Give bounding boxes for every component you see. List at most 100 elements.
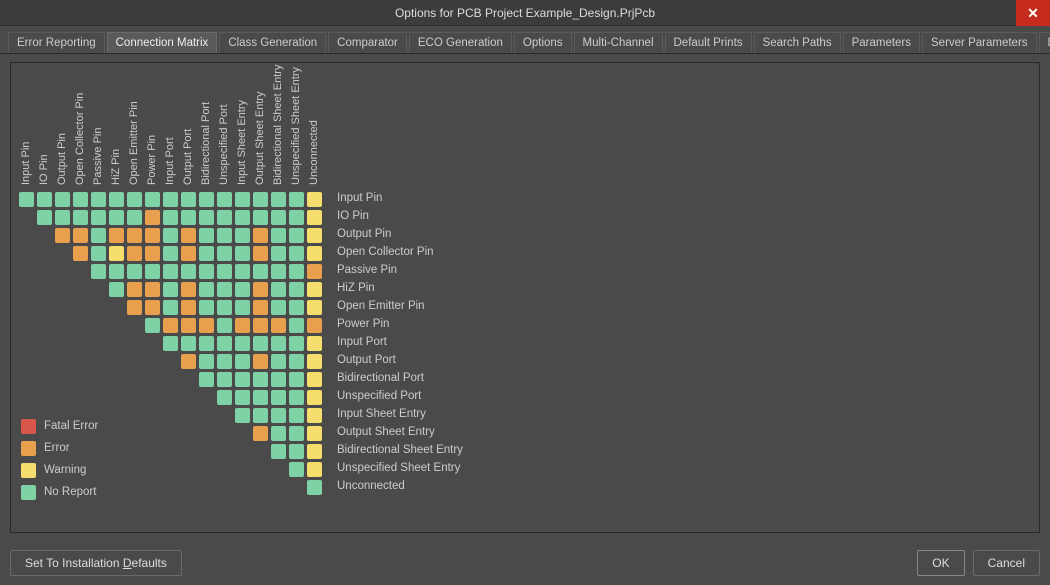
matrix-cell[interactable]	[271, 426, 286, 441]
matrix-cell[interactable]	[307, 372, 322, 387]
matrix-cell[interactable]	[271, 228, 286, 243]
matrix-cell[interactable]	[145, 246, 160, 261]
tab-connection-matrix[interactable]: Connection Matrix	[107, 32, 218, 53]
matrix-cell[interactable]	[289, 426, 304, 441]
matrix-cell[interactable]	[271, 264, 286, 279]
matrix-cell[interactable]	[253, 282, 268, 297]
tab-eco-generation[interactable]: ECO Generation	[409, 32, 512, 53]
matrix-cell[interactable]	[253, 426, 268, 441]
matrix-cell[interactable]	[163, 192, 178, 207]
matrix-cell[interactable]	[271, 336, 286, 351]
matrix-cell[interactable]	[217, 336, 232, 351]
matrix-cell[interactable]	[127, 300, 142, 315]
matrix-cell[interactable]	[253, 318, 268, 333]
matrix-cell[interactable]	[253, 336, 268, 351]
matrix-cell[interactable]	[235, 318, 250, 333]
matrix-cell[interactable]	[307, 390, 322, 405]
matrix-cell[interactable]	[217, 264, 232, 279]
matrix-cell[interactable]	[253, 372, 268, 387]
matrix-cell[interactable]	[253, 228, 268, 243]
matrix-cell[interactable]	[199, 318, 214, 333]
matrix-cell[interactable]	[55, 228, 70, 243]
matrix-cell[interactable]	[163, 318, 178, 333]
matrix-cell[interactable]	[289, 462, 304, 477]
matrix-cell[interactable]	[253, 408, 268, 423]
matrix-cell[interactable]	[181, 210, 196, 225]
matrix-cell[interactable]	[109, 246, 124, 261]
matrix-cell[interactable]	[181, 336, 196, 351]
matrix-cell[interactable]	[163, 282, 178, 297]
matrix-cell[interactable]	[91, 264, 106, 279]
matrix-cell[interactable]	[181, 300, 196, 315]
matrix-cell[interactable]	[235, 264, 250, 279]
matrix-cell[interactable]	[91, 192, 106, 207]
matrix-cell[interactable]	[217, 246, 232, 261]
matrix-cell[interactable]	[271, 372, 286, 387]
matrix-cell[interactable]	[289, 300, 304, 315]
matrix-cell[interactable]	[271, 246, 286, 261]
matrix-cell[interactable]	[307, 228, 322, 243]
matrix-cell[interactable]	[181, 264, 196, 279]
matrix-cell[interactable]	[235, 336, 250, 351]
matrix-cell[interactable]	[307, 480, 322, 495]
matrix-cell[interactable]	[271, 390, 286, 405]
matrix-cell[interactable]	[145, 210, 160, 225]
matrix-cell[interactable]	[109, 282, 124, 297]
matrix-cell[interactable]	[199, 336, 214, 351]
matrix-cell[interactable]	[253, 390, 268, 405]
tab-device-sh[interactable]: Device Sh	[1039, 32, 1050, 53]
matrix-cell[interactable]	[289, 354, 304, 369]
matrix-cell[interactable]	[199, 354, 214, 369]
set-defaults-button[interactable]: Set To Installation Defaults	[10, 550, 182, 576]
matrix-cell[interactable]	[289, 444, 304, 459]
ok-button[interactable]: OK	[917, 550, 964, 576]
matrix-cell[interactable]	[109, 210, 124, 225]
matrix-cell[interactable]	[253, 264, 268, 279]
matrix-cell[interactable]	[199, 228, 214, 243]
matrix-cell[interactable]	[181, 192, 196, 207]
matrix-cell[interactable]	[127, 228, 142, 243]
matrix-cell[interactable]	[289, 210, 304, 225]
legend-item-none[interactable]: No Report	[21, 481, 98, 503]
matrix-cell[interactable]	[73, 246, 88, 261]
tab-server-parameters[interactable]: Server Parameters	[922, 32, 1037, 53]
matrix-cell[interactable]	[199, 246, 214, 261]
matrix-cell[interactable]	[289, 372, 304, 387]
matrix-cell[interactable]	[127, 210, 142, 225]
matrix-cell[interactable]	[235, 354, 250, 369]
tab-parameters[interactable]: Parameters	[843, 32, 920, 53]
matrix-cell[interactable]	[181, 318, 196, 333]
matrix-cell[interactable]	[55, 192, 70, 207]
matrix-cell[interactable]	[163, 336, 178, 351]
matrix-cell[interactable]	[217, 192, 232, 207]
matrix-cell[interactable]	[307, 264, 322, 279]
matrix-cell[interactable]	[217, 300, 232, 315]
matrix-cell[interactable]	[307, 408, 322, 423]
tab-error-reporting[interactable]: Error Reporting	[8, 32, 105, 53]
cancel-button[interactable]: Cancel	[973, 550, 1040, 576]
close-button[interactable]: ✕	[1016, 0, 1050, 26]
matrix-cell[interactable]	[307, 354, 322, 369]
matrix-cell[interactable]	[289, 228, 304, 243]
matrix-cell[interactable]	[217, 318, 232, 333]
matrix-cell[interactable]	[235, 372, 250, 387]
matrix-cell[interactable]	[73, 228, 88, 243]
matrix-cell[interactable]	[289, 336, 304, 351]
matrix-cell[interactable]	[271, 444, 286, 459]
legend-item-fatal[interactable]: Fatal Error	[21, 415, 98, 437]
tab-default-prints[interactable]: Default Prints	[665, 32, 752, 53]
matrix-cell[interactable]	[289, 318, 304, 333]
matrix-cell[interactable]	[145, 300, 160, 315]
matrix-cell[interactable]	[91, 228, 106, 243]
matrix-cell[interactable]	[145, 318, 160, 333]
matrix-cell[interactable]	[163, 264, 178, 279]
matrix-cell[interactable]	[109, 228, 124, 243]
matrix-cell[interactable]	[199, 192, 214, 207]
matrix-cell[interactable]	[127, 264, 142, 279]
matrix-cell[interactable]	[271, 318, 286, 333]
matrix-cell[interactable]	[145, 228, 160, 243]
matrix-cell[interactable]	[145, 264, 160, 279]
matrix-cell[interactable]	[289, 408, 304, 423]
matrix-cell[interactable]	[73, 210, 88, 225]
matrix-cell[interactable]	[127, 246, 142, 261]
